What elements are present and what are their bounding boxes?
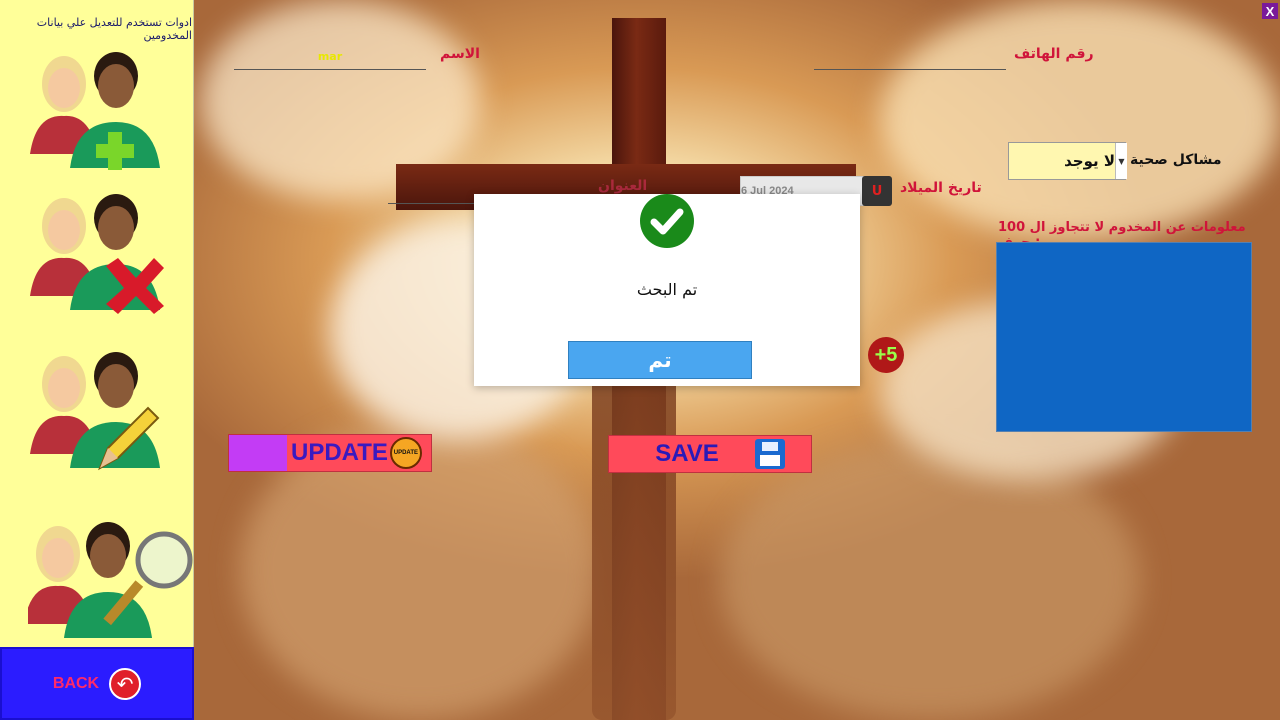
phone-input[interactable] [814,44,1006,70]
health-select-value: لا يوجد [1064,152,1115,170]
back-button[interactable]: BACK ↶ [0,647,194,720]
phone-label: رقم الهاتف [1014,46,1094,62]
floppy-disk-icon [754,439,785,469]
info-textarea[interactable] [996,242,1252,432]
health-label: مشاكل صحية [1130,152,1222,168]
name-input[interactable] [234,44,426,70]
edit-user-icon [30,352,160,471]
edit-user-button[interactable] [28,344,164,474]
address-label: العنوان [598,178,648,194]
back-button-label: BACK [52,674,100,692]
save-button[interactable]: SAVE [608,435,812,473]
check-icon [640,194,694,248]
add-user-icon [30,52,160,170]
name-label: الاسم [440,46,480,62]
delete-user-icon [30,194,164,314]
u-button[interactable]: U [862,176,892,206]
dialog-message: تم البحث [636,280,698,299]
ok-button[interactable]: تم [568,341,752,379]
search-user-icon [24,522,193,638]
birthdate-label: تاريخ الميلاد [900,180,982,196]
chevron-down-icon[interactable]: ▼ [1115,143,1127,179]
close-button[interactable]: X [1262,3,1278,19]
sidebar-title: ادوات تستخدم للتعديل علي بيانات المخدومي… [36,16,192,42]
sidebar: ادوات تستخدم للتعديل علي بيانات المخدومي… [0,0,194,720]
save-button-label: SAVE [655,440,719,467]
delete-user-button[interactable] [28,186,164,316]
search-user-button[interactable] [24,514,193,644]
success-dialog: تم البحث تم [474,194,860,386]
update-badge-icon: UPDATE [389,437,422,469]
plus5-button[interactable]: +5 [868,337,904,373]
update-button-label: UPDATE [291,439,388,466]
update-button[interactable]: UPDATE UPDATE [228,434,432,472]
add-user-button[interactable] [28,44,164,174]
update-swatch [229,435,287,471]
health-select[interactable]: لا يوجد ▼ [1008,142,1127,180]
back-arrow-icon: ↶ [109,667,142,700]
